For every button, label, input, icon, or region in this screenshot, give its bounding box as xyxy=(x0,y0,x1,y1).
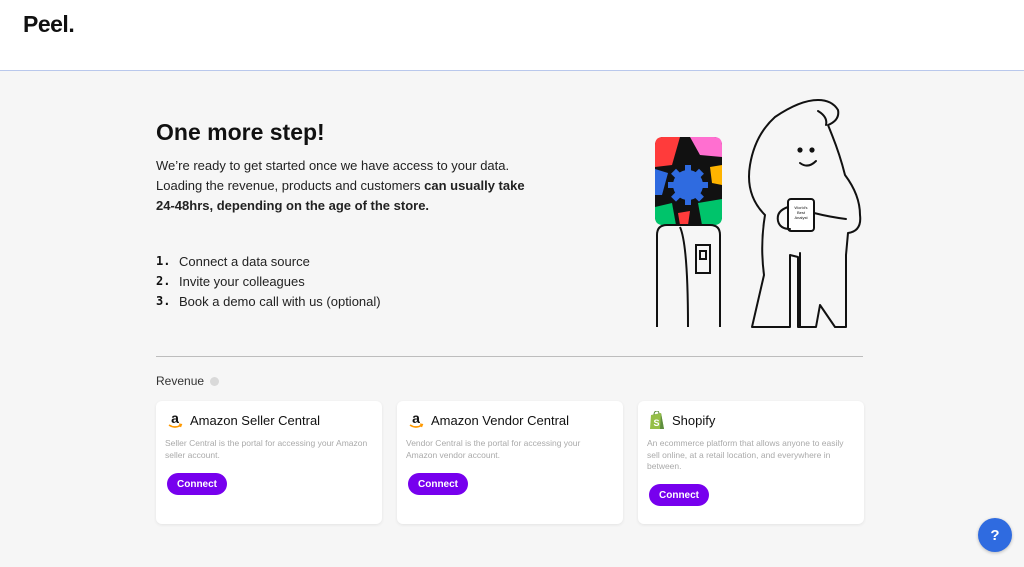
shopify-logo-icon: S xyxy=(648,410,666,430)
intro-text: We’re ready to get started once we have … xyxy=(156,156,536,216)
step-item: 3. Book a demo call with us (optional) xyxy=(156,291,381,311)
connect-button-amazon-vendor-central[interactable]: Connect xyxy=(408,473,468,495)
cooler-body xyxy=(656,224,721,328)
step-number: 1. xyxy=(156,254,171,268)
card-title: Amazon Seller Central xyxy=(190,412,321,428)
card-description: Vendor Central is the portal for accessi… xyxy=(406,438,581,460)
integration-card-amazon-seller-central: a Amazon Seller Central Seller Central i… xyxy=(156,401,382,524)
card-title: Amazon Vendor Central xyxy=(431,412,570,428)
top-bar: Peel. xyxy=(0,0,1024,71)
water-cooler-illustration: World's Best Analyst xyxy=(655,99,862,328)
card-title: Shopify xyxy=(672,412,716,428)
water-bottle-graphic xyxy=(655,137,722,225)
step-number: 3. xyxy=(156,294,171,308)
svg-text:a: a xyxy=(171,411,179,426)
intro-line-2: Loading the revenue, products and custom… xyxy=(156,178,425,193)
integration-card-amazon-vendor-central: a Amazon Vendor Central Vendor Central i… xyxy=(397,401,623,524)
amazon-logo-icon: a xyxy=(407,410,425,430)
card-description: An ecommerce platform that allows anyone… xyxy=(647,438,844,471)
logo-dot: . xyxy=(68,11,75,37)
section-divider xyxy=(156,356,863,357)
connect-button-amazon-seller-central[interactable]: Connect xyxy=(167,473,227,495)
page-title: One more step! xyxy=(156,119,325,145)
card-description: Seller Central is the portal for accessi… xyxy=(165,438,368,460)
logo-text: Peel xyxy=(23,11,69,37)
steps-list: 1. Connect a data source 2. Invite your … xyxy=(156,251,381,311)
step-item: 2. Invite your colleagues xyxy=(156,271,381,291)
step-label: Connect a data source xyxy=(179,253,310,269)
svg-text:a: a xyxy=(412,411,420,426)
revenue-section-title: Revenue xyxy=(156,374,220,388)
mug-text: Analyst xyxy=(794,215,808,220)
peel-logo[interactable]: Peel. xyxy=(23,11,75,38)
svg-text:S: S xyxy=(653,418,659,428)
step-item: 1. Connect a data source xyxy=(156,251,381,271)
help-button[interactable]: ? xyxy=(978,518,1012,552)
step-label: Book a demo call with us (optional) xyxy=(179,293,381,309)
connect-button-shopify[interactable]: Connect xyxy=(649,484,709,506)
intro-line-1: We’re ready to get started once we have … xyxy=(156,158,510,173)
revenue-label: Revenue xyxy=(156,374,205,388)
info-icon[interactable] xyxy=(210,376,220,386)
step-label: Invite your colleagues xyxy=(179,273,305,289)
amazon-logo-icon: a xyxy=(166,410,184,430)
step-number: 2. xyxy=(156,274,171,288)
integration-card-shopify: S Shopify An ecommerce platform that all… xyxy=(638,401,864,524)
